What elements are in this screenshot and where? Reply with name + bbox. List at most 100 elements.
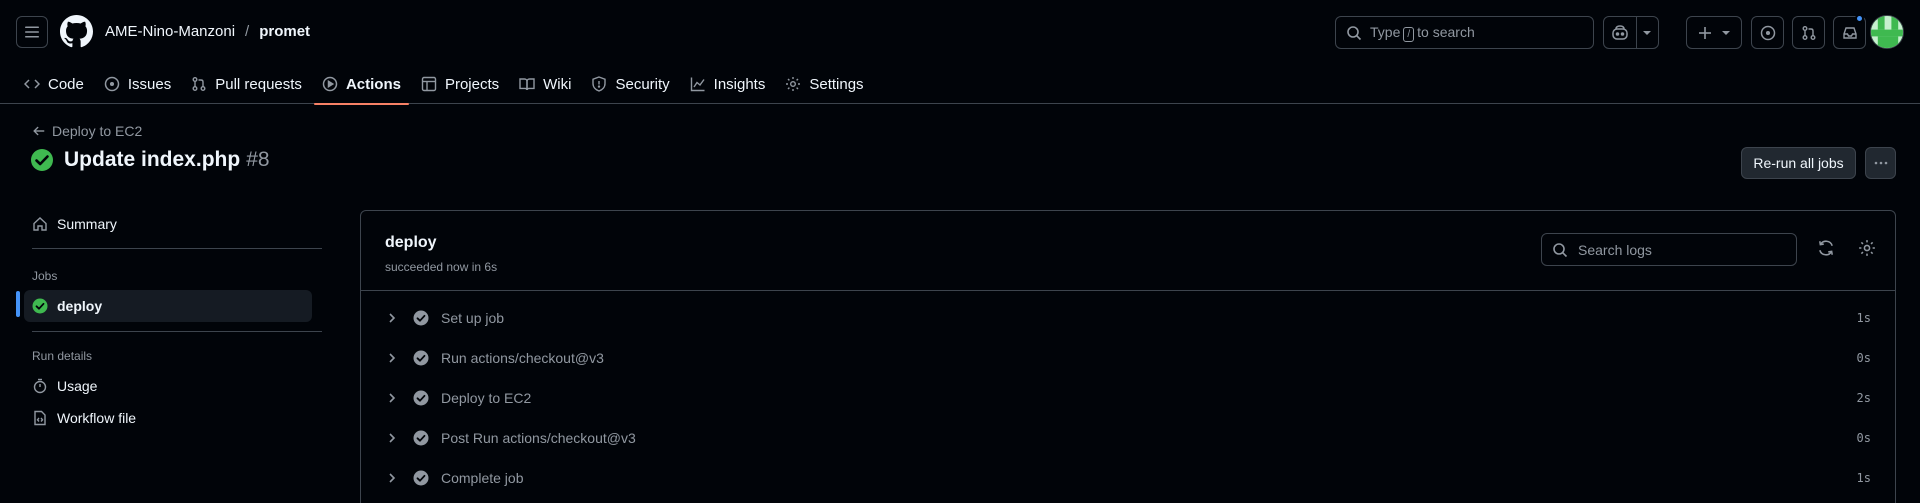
home-icon bbox=[33, 217, 47, 231]
sidebar-run-details-heading: Run details bbox=[32, 349, 93, 363]
plus-icon bbox=[1699, 26, 1711, 39]
job-step[interactable]: Run actions/checkout@v3 0s bbox=[361, 338, 1895, 378]
global-search-input[interactable]: Type / to search bbox=[1335, 16, 1594, 49]
gear-icon bbox=[786, 77, 801, 91]
job-log-panel: deploy succeeded now in 6s Search logs S… bbox=[360, 210, 1896, 503]
search-hint-prefix: Type bbox=[1370, 23, 1401, 40]
step-label: Deploy to EC2 bbox=[441, 390, 532, 406]
job-step[interactable]: Deploy to EC2 2s bbox=[361, 378, 1895, 418]
check-circle-fill-icon bbox=[31, 149, 53, 171]
sidebar-item-deploy[interactable]: deploy bbox=[24, 290, 312, 322]
table-icon bbox=[421, 76, 437, 92]
breadcrumb-separator: / bbox=[245, 23, 250, 40]
gear-icon[interactable] bbox=[1858, 239, 1876, 257]
copilot-button[interactable] bbox=[1604, 17, 1637, 48]
shield-icon bbox=[592, 76, 607, 92]
unread-notification-dot bbox=[1855, 14, 1864, 23]
search-logs-placeholder: Search logs bbox=[1578, 241, 1652, 258]
check-circle-fill-icon bbox=[413, 390, 429, 406]
step-duration: 1s bbox=[1856, 471, 1871, 485]
job-step[interactable]: Post Run actions/checkout@v3 0s bbox=[361, 418, 1895, 458]
step-label: Run actions/checkout@v3 bbox=[441, 350, 604, 366]
your-pull-requests-button[interactable] bbox=[1792, 16, 1825, 49]
job-step[interactable]: Complete job 1s bbox=[361, 458, 1895, 498]
run-title: Update index.php #8 bbox=[30, 148, 270, 172]
back-link-label: Deploy to EC2 bbox=[52, 123, 143, 139]
book-icon bbox=[519, 78, 535, 91]
refresh-icon[interactable] bbox=[1817, 239, 1835, 257]
chevron-right-icon bbox=[389, 393, 396, 403]
tab-settings[interactable]: Settings bbox=[777, 64, 871, 104]
tab-pull-requests-label: Pull requests bbox=[215, 75, 302, 93]
tab-projects[interactable]: Projects bbox=[413, 64, 507, 104]
tab-wiki[interactable]: Wiki bbox=[511, 64, 579, 104]
tab-insights[interactable]: Insights bbox=[682, 64, 774, 104]
check-circle-fill-icon bbox=[413, 430, 429, 446]
search-icon bbox=[1347, 25, 1362, 40]
search-hint: Type / to search bbox=[1370, 24, 1475, 42]
sidebar-item-workflow-file[interactable]: Workflow file bbox=[24, 402, 312, 434]
chevron-right-icon bbox=[389, 433, 396, 443]
chevron-right-icon bbox=[389, 313, 396, 323]
step-duration: 0s bbox=[1856, 351, 1871, 365]
job-step[interactable]: Set up job 1s bbox=[361, 298, 1895, 338]
step-duration: 1s bbox=[1856, 311, 1871, 325]
tab-actions-label: Actions bbox=[345, 75, 401, 93]
your-issues-button[interactable] bbox=[1751, 16, 1784, 49]
chevron-right-icon bbox=[389, 353, 396, 363]
pull-request-icon bbox=[1802, 25, 1815, 40]
graph-icon bbox=[690, 77, 705, 92]
sidebar-summary-label: Summary bbox=[57, 216, 117, 232]
github-logo-icon[interactable] bbox=[60, 15, 93, 48]
copilot-button-group bbox=[1603, 16, 1659, 49]
search-hint-suffix: to search bbox=[1417, 23, 1475, 40]
repo-breadcrumb: AME-Nino-Manzoni / promet bbox=[105, 23, 310, 40]
check-circle-fill-icon bbox=[413, 350, 429, 366]
check-circle-fill-icon bbox=[413, 310, 429, 326]
tab-code[interactable]: Code bbox=[16, 64, 92, 104]
sidebar-deploy-label: deploy bbox=[57, 298, 103, 314]
triangle-down-icon bbox=[1643, 30, 1652, 35]
tab-wiki-label: Wiki bbox=[543, 75, 572, 93]
issue-opened-icon bbox=[1760, 25, 1775, 40]
job-header: deploy succeeded now in 6s Search logs bbox=[361, 211, 1895, 291]
arrow-left-icon bbox=[33, 126, 45, 136]
step-duration: 2s bbox=[1856, 391, 1871, 405]
tab-code-label: Code bbox=[48, 75, 84, 93]
rerun-all-jobs-button[interactable]: Re-run all jobs bbox=[1741, 147, 1856, 179]
more-options-button[interactable] bbox=[1865, 147, 1896, 179]
user-avatar[interactable] bbox=[1870, 15, 1904, 49]
repo-nav: Code Issues Pull requests Actions Projec… bbox=[16, 64, 876, 105]
step-duration: 0s bbox=[1856, 431, 1871, 445]
search-shortcut-key: / bbox=[1403, 26, 1415, 42]
play-icon bbox=[322, 76, 338, 92]
copilot-icon bbox=[1612, 24, 1628, 40]
repo-name-link[interactable]: promet bbox=[259, 23, 310, 40]
run-number: #8 bbox=[246, 148, 270, 171]
copilot-dropdown-button[interactable] bbox=[1637, 17, 1658, 48]
tab-security[interactable]: Security bbox=[583, 64, 677, 104]
tab-projects-label: Projects bbox=[444, 75, 500, 93]
sidebar-item-usage[interactable]: Usage bbox=[24, 370, 312, 402]
menu-button[interactable] bbox=[16, 16, 48, 48]
tab-pull-requests[interactable]: Pull requests bbox=[183, 64, 310, 104]
code-icon bbox=[24, 79, 40, 89]
sidebar-usage-label: Usage bbox=[57, 378, 98, 394]
tab-issues[interactable]: Issues bbox=[96, 64, 179, 104]
back-to-workflow-link[interactable]: Deploy to EC2 bbox=[32, 123, 142, 139]
hamburger-icon bbox=[25, 26, 39, 38]
repo-owner-link[interactable]: AME-Nino-Manzoni bbox=[105, 23, 235, 40]
active-job-marker bbox=[16, 291, 20, 317]
stopwatch-icon bbox=[33, 378, 47, 394]
pull-request-icon bbox=[192, 77, 206, 91]
tab-actions[interactable]: Actions bbox=[313, 64, 409, 105]
step-label: Set up job bbox=[441, 310, 505, 326]
create-new-button[interactable] bbox=[1686, 16, 1742, 49]
check-circle-fill-icon bbox=[32, 298, 48, 314]
sidebar-divider bbox=[32, 248, 322, 249]
sidebar-item-summary[interactable]: Summary bbox=[24, 208, 312, 240]
sidebar-jobs-heading: Jobs bbox=[32, 269, 58, 283]
search-logs-input[interactable]: Search logs bbox=[1541, 233, 1797, 266]
check-circle-fill-icon bbox=[413, 470, 429, 486]
tab-settings-label: Settings bbox=[809, 75, 864, 93]
